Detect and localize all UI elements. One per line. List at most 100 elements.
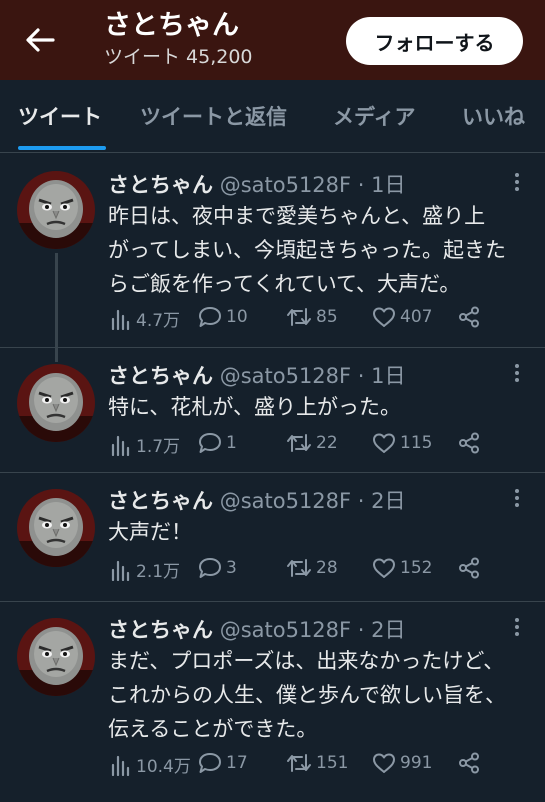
tab-tweets-and-replies[interactable]: ツイートと返信 xyxy=(140,80,287,152)
views-button[interactable]: 10.4万 xyxy=(110,752,191,777)
tweet-count: ツイート 45,200 xyxy=(104,46,253,68)
tweet-actions: 4.7万 10 85 407 xyxy=(110,306,490,332)
retweet-icon xyxy=(287,559,311,577)
views-button[interactable]: 2.1万 xyxy=(110,557,180,582)
tweet-text: まだ、プロポーズは、出来なかったけど、 これからの人生、僕と歩んで欲しい旨を、 … xyxy=(108,649,506,741)
share-icon xyxy=(459,432,479,454)
views-button[interactable]: 4.7万 xyxy=(110,306,180,331)
like-button[interactable]: 407 xyxy=(372,306,432,328)
like-count: 991 xyxy=(400,753,433,773)
tweet-author-name[interactable]: さとちゃん xyxy=(108,489,213,513)
tweet-actions: 10.4万 17 151 991 xyxy=(110,752,490,778)
tweet-item[interactable]: さとちゃん @sato5128F · 1日 特に、花札が、盛り上がった。 1.7… xyxy=(0,348,545,473)
tweet-text: 特に、花札が、盛り上がった。 xyxy=(108,395,401,419)
tweet-actions: 1.7万 1 22 115 xyxy=(110,432,490,458)
tweet-text: 大声だ！ xyxy=(108,520,192,544)
like-button[interactable]: 152 xyxy=(372,557,432,579)
views-count: 4.7万 xyxy=(136,311,181,331)
tweet-author-name[interactable]: さとちゃん xyxy=(108,618,213,642)
views-count: 10.4万 xyxy=(136,757,191,777)
views-bar-chart-icon xyxy=(111,755,130,776)
tweet-actions: 2.1万 3 28 152 xyxy=(110,557,490,583)
views-bar-chart-icon xyxy=(111,309,130,330)
tweet-author-name[interactable]: さとちゃん xyxy=(108,364,213,388)
avatar[interactable] xyxy=(17,618,95,696)
reply-count: 1 xyxy=(226,433,237,453)
retweet-button[interactable]: 151 xyxy=(286,752,348,774)
retweet-icon xyxy=(287,308,311,326)
retweet-button[interactable]: 22 xyxy=(286,432,338,454)
share-button[interactable] xyxy=(458,557,480,579)
tweet-handle-time[interactable]: @sato5128F · 2日 xyxy=(220,489,406,513)
share-icon xyxy=(459,752,479,774)
tweet-handle-time[interactable]: @sato5128F · 1日 xyxy=(220,173,406,197)
like-count: 407 xyxy=(400,307,433,327)
like-count: 115 xyxy=(400,433,433,453)
reply-count: 3 xyxy=(226,558,237,578)
views-bar-chart-icon xyxy=(111,435,130,456)
avatar[interactable] xyxy=(17,489,95,567)
tweet-author-name[interactable]: さとちゃん xyxy=(108,173,213,197)
tweet-item[interactable]: さとちゃん @sato5128F · 2日 大声だ！ 2.1万 3 28 152 xyxy=(0,473,545,602)
share-button[interactable] xyxy=(458,432,480,454)
profile-tabs: ツイート ツイートと返信 メディア いいね xyxy=(0,80,545,153)
tweet-header: さとちゃん @sato5128F · 1日 xyxy=(108,360,406,390)
views-count: 1.7万 xyxy=(136,437,181,457)
tab-tweets[interactable]: ツイート xyxy=(18,80,102,152)
profile-header: さとちゃん ツイート 45,200 フォローする xyxy=(0,0,545,80)
share-icon xyxy=(459,557,479,579)
heart-icon xyxy=(373,753,395,773)
like-button[interactable]: 991 xyxy=(372,752,432,774)
tweet-item[interactable]: さとちゃん @sato5128F · 1日 昨日は、夜中まで愛美ちゃんと、盛り上… xyxy=(0,153,545,359)
tweet-header: さとちゃん @sato5128F · 2日 xyxy=(108,614,406,644)
like-button[interactable]: 115 xyxy=(372,432,432,454)
tweet-handle-time[interactable]: @sato5128F · 2日 xyxy=(220,618,406,642)
retweet-count: 85 xyxy=(316,307,338,327)
reply-bubble-icon xyxy=(199,307,221,327)
more-dots-icon[interactable] xyxy=(511,173,523,191)
more-dots-icon[interactable] xyxy=(511,618,523,636)
reply-bubble-icon xyxy=(199,558,221,578)
profile-name-title: さとちゃん xyxy=(104,10,239,41)
header-text: さとちゃん ツイート 45,200 xyxy=(104,11,253,69)
heart-icon xyxy=(373,433,395,453)
avatar[interactable] xyxy=(17,364,95,442)
tab-likes[interactable]: いいね xyxy=(462,80,525,152)
share-button[interactable] xyxy=(458,752,480,774)
share-icon xyxy=(459,306,479,328)
active-tab-indicator xyxy=(18,146,106,150)
reply-count: 10 xyxy=(226,307,248,327)
tab-media[interactable]: メディア xyxy=(333,80,416,152)
retweet-count: 151 xyxy=(316,753,349,773)
reply-button[interactable]: 3 xyxy=(198,557,237,579)
tweet-item[interactable]: さとちゃん @sato5128F · 2日 まだ、プロポーズは、出来なかったけど… xyxy=(0,602,545,802)
back-arrow-icon xyxy=(26,28,55,52)
tweet-handle-time[interactable]: @sato5128F · 1日 xyxy=(220,364,406,388)
back-button[interactable] xyxy=(18,18,62,62)
tweet-text: 昨日は、夜中まで愛美ちゃんと、盛り上 がってしまい、今頃起きちゃった。起きた ら… xyxy=(108,204,506,296)
avatar[interactable] xyxy=(17,171,95,249)
reply-button[interactable]: 17 xyxy=(198,752,248,774)
more-dots-icon[interactable] xyxy=(511,489,523,507)
heart-icon xyxy=(373,307,395,327)
share-button[interactable] xyxy=(458,306,480,328)
retweet-button[interactable]: 85 xyxy=(286,306,338,328)
reply-button[interactable]: 1 xyxy=(198,432,237,454)
follow-button[interactable]: フォローする xyxy=(346,17,523,65)
more-dots-icon[interactable] xyxy=(511,364,523,382)
views-button[interactable]: 1.7万 xyxy=(110,432,180,457)
views-bar-chart-icon xyxy=(111,560,130,581)
tweet-header: さとちゃん @sato5128F · 1日 xyxy=(108,169,406,199)
retweet-icon xyxy=(287,434,311,452)
reply-count: 17 xyxy=(226,753,248,773)
like-count: 152 xyxy=(400,558,433,578)
reply-bubble-icon xyxy=(199,753,221,773)
heart-icon xyxy=(373,558,395,578)
views-count: 2.1万 xyxy=(136,562,181,582)
thread-line xyxy=(55,253,58,359)
tweet-header: さとちゃん @sato5128F · 2日 xyxy=(108,485,406,515)
retweet-icon xyxy=(287,754,311,772)
retweet-count: 28 xyxy=(316,558,338,578)
retweet-button[interactable]: 28 xyxy=(286,557,338,579)
reply-button[interactable]: 10 xyxy=(198,306,248,328)
